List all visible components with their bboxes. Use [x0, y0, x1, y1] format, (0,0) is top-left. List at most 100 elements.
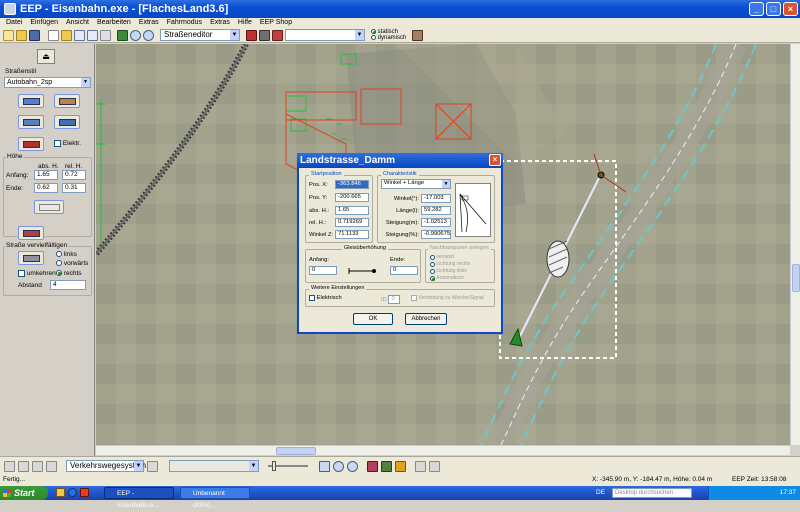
- car-icon[interactable]: [259, 29, 270, 41]
- menu-bearbeiten[interactable]: Bearbeiten: [93, 18, 135, 28]
- signal-icon[interactable]: [272, 29, 283, 41]
- horizontal-scroll-thumb[interactable]: [276, 447, 316, 455]
- verbindung-checkbox[interactable]: Verbindung zu Weiche/Signal: [411, 295, 484, 301]
- close-button[interactable]: ×: [783, 2, 798, 16]
- quicklaunch-ie-icon[interactable]: [68, 488, 77, 497]
- menu-fahrmodus[interactable]: Fahrmodus: [163, 18, 206, 28]
- zoom-out-icon[interactable]: [143, 29, 154, 41]
- tools-icon[interactable]: [412, 29, 424, 41]
- links-radio[interactable]: links: [56, 251, 77, 258]
- start-button[interactable]: Start: [0, 486, 48, 500]
- grid-icon[interactable]: [100, 29, 111, 41]
- vertical-scroll-thumb[interactable]: [792, 264, 800, 292]
- system-select[interactable]: Verkehrswegesystem ▼: [66, 460, 146, 472]
- ende-rel-input[interactable]: 0.31: [62, 183, 86, 193]
- open-folder-icon[interactable]: [16, 29, 27, 41]
- winkel-z-input[interactable]: 71.1133: [335, 230, 369, 239]
- road-piece-straight-button[interactable]: [18, 94, 44, 108]
- landscape-icon[interactable]: [381, 460, 392, 472]
- anfang-rel-input[interactable]: 0.72: [62, 170, 86, 180]
- language-indicator[interactable]: DE: [596, 486, 605, 500]
- map-icon[interactable]: [117, 29, 128, 41]
- copy-icon[interactable]: [48, 29, 59, 41]
- slider-track[interactable]: [268, 461, 308, 471]
- goods-icon[interactable]: [395, 460, 406, 472]
- nf-option-4[interactable]: Automatisch: [430, 275, 464, 281]
- charakteristik-select[interactable]: Winkel + Länge ▼: [381, 179, 451, 189]
- save-icon[interactable]: [29, 29, 40, 41]
- ueberhoehung-anfang-input[interactable]: 0: [309, 266, 337, 275]
- apply-height-button[interactable]: [34, 200, 64, 214]
- layout-icon[interactable]: [87, 29, 98, 41]
- object-select[interactable]: ▼: [285, 29, 365, 41]
- dialog-close-button[interactable]: ×: [489, 154, 501, 166]
- task-eep[interactable]: EEP - Eisenbahn.e...: [104, 487, 174, 509]
- vorwaerts-radio[interactable]: vorwärts: [56, 260, 88, 267]
- vertical-scrollbar[interactable]: [790, 44, 800, 445]
- steigung-m-input[interactable]: -1.02513: [421, 218, 451, 227]
- id-input[interactable]: 0: [388, 295, 401, 304]
- object-list-select[interactable]: ▼: [169, 460, 259, 472]
- windows-icon[interactable]: [74, 29, 85, 41]
- elektr-checkbox[interactable]: Elektr.: [54, 140, 81, 147]
- menu-einfuegen[interactable]: Einfügen: [26, 18, 62, 28]
- slider-thumb[interactable]: [272, 461, 276, 471]
- laenge-input[interactable]: 59.282: [421, 206, 451, 215]
- track-split-icon[interactable]: [147, 460, 158, 472]
- abbrechen-button[interactable]: Abbrechen: [405, 313, 447, 325]
- nf-option-1[interactable]: versetzt: [430, 254, 454, 260]
- grid-toggle-icon[interactable]: [4, 460, 15, 472]
- anfang-abs-input[interactable]: 1.65: [34, 170, 58, 180]
- style-select[interactable]: Autobahn_2sp ▼: [4, 77, 91, 88]
- nf-option-2[interactable]: Lichtung rechts: [430, 261, 470, 267]
- pan-icon[interactable]: [319, 460, 330, 472]
- zoom-in-bottom-icon[interactable]: [333, 460, 344, 472]
- nf-option-3[interactable]: Lichtung links: [430, 268, 467, 274]
- horizontal-scrollbar[interactable]: [96, 445, 790, 455]
- pos-x-input[interactable]: -363.846: [335, 180, 369, 189]
- undo-icon[interactable]: [415, 460, 426, 472]
- elektrisch-checkbox[interactable]: Elektrisch: [309, 295, 342, 301]
- quicklaunch-folder-icon[interactable]: [56, 488, 65, 497]
- quicklaunch-app-icon[interactable]: [80, 488, 89, 497]
- zoom-in-icon[interactable]: [130, 29, 141, 41]
- ende-abs-input[interactable]: 0.62: [34, 183, 58, 193]
- rel-h-input[interactable]: 0.719269: [335, 218, 369, 227]
- abstand-input[interactable]: 4: [50, 280, 86, 290]
- road-piece-turn-button[interactable]: [18, 115, 44, 129]
- abs-h-input[interactable]: 1.65: [335, 206, 369, 215]
- menu-extras[interactable]: Extras: [135, 18, 163, 28]
- task-unbenannt[interactable]: Unbenannt (83%)...: [180, 487, 250, 509]
- menu-ansicht[interactable]: Ansicht: [62, 18, 93, 28]
- pos-y-input[interactable]: -200.665: [335, 193, 369, 202]
- umkehren-checkbox[interactable]: umkehren: [18, 270, 56, 277]
- ueberhoehung-ende-input[interactable]: 0: [390, 266, 418, 275]
- road-piece-delete-button[interactable]: [18, 137, 44, 151]
- menu-hilfe[interactable]: Hilfe: [234, 18, 256, 28]
- ok-button[interactable]: OK: [353, 313, 393, 325]
- eject-button[interactable]: ⏏: [37, 49, 55, 64]
- dynamic-radio[interactable]: dynamisch: [371, 35, 406, 41]
- maximize-button[interactable]: □: [766, 2, 781, 16]
- folder-icon[interactable]: [61, 29, 72, 41]
- redo-icon[interactable]: [429, 460, 440, 472]
- brush-icon[interactable]: [32, 460, 43, 472]
- rotate-icon[interactable]: [46, 460, 57, 472]
- minimize-button[interactable]: _: [749, 2, 764, 16]
- steigung-pct-input[interactable]: -0.990675: [421, 230, 451, 239]
- desktop-search-input[interactable]: Desktop durchsuchen: [612, 488, 692, 498]
- road-piece-curve-button[interactable]: [54, 94, 80, 108]
- multiply-preview-button[interactable]: [18, 226, 44, 240]
- menu-eep-shop[interactable]: EEP Shop: [256, 18, 296, 28]
- editor-select[interactable]: Straßeneditor ▼: [160, 29, 240, 41]
- new-file-icon[interactable]: [3, 29, 14, 41]
- road-piece-info-button[interactable]: [54, 115, 80, 129]
- train-icon[interactable]: [246, 29, 257, 41]
- winkel-input[interactable]: -17.003: [421, 194, 451, 203]
- zoom-out-bottom-icon[interactable]: [347, 460, 358, 472]
- multiply-road-button[interactable]: [18, 251, 44, 265]
- signal-tool-icon[interactable]: [367, 460, 378, 472]
- menu-datei[interactable]: Datei: [2, 18, 26, 28]
- rechts-radio[interactable]: rechts: [56, 270, 82, 277]
- menu-extras-2[interactable]: Extras: [206, 18, 234, 28]
